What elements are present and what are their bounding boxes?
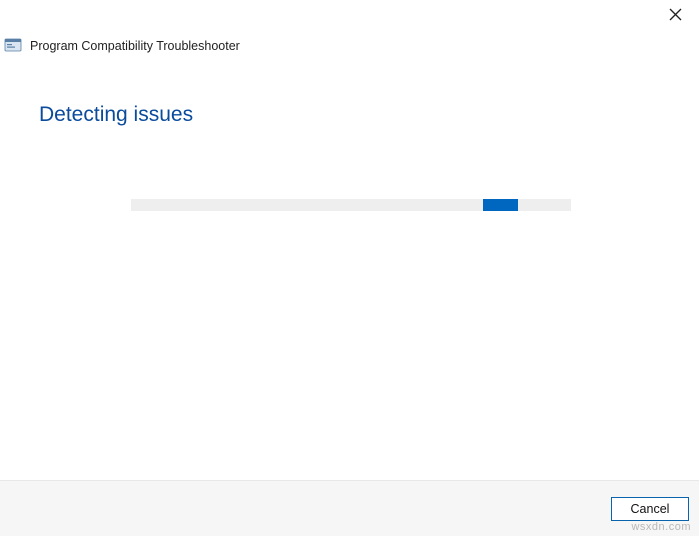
watermark: wsxdn.com xyxy=(631,521,691,533)
cancel-button[interactable]: Cancel xyxy=(611,497,689,521)
page-heading: Detecting issues xyxy=(39,103,193,127)
dialog-footer: Cancel xyxy=(0,480,699,536)
progress-bar xyxy=(131,199,571,211)
window-title: Program Compatibility Troubleshooter xyxy=(30,39,240,53)
progress-indicator xyxy=(483,199,518,211)
window-header: Program Compatibility Troubleshooter xyxy=(4,38,240,54)
close-button[interactable] xyxy=(665,6,685,26)
troubleshooter-icon xyxy=(4,38,22,54)
close-icon xyxy=(669,8,682,24)
